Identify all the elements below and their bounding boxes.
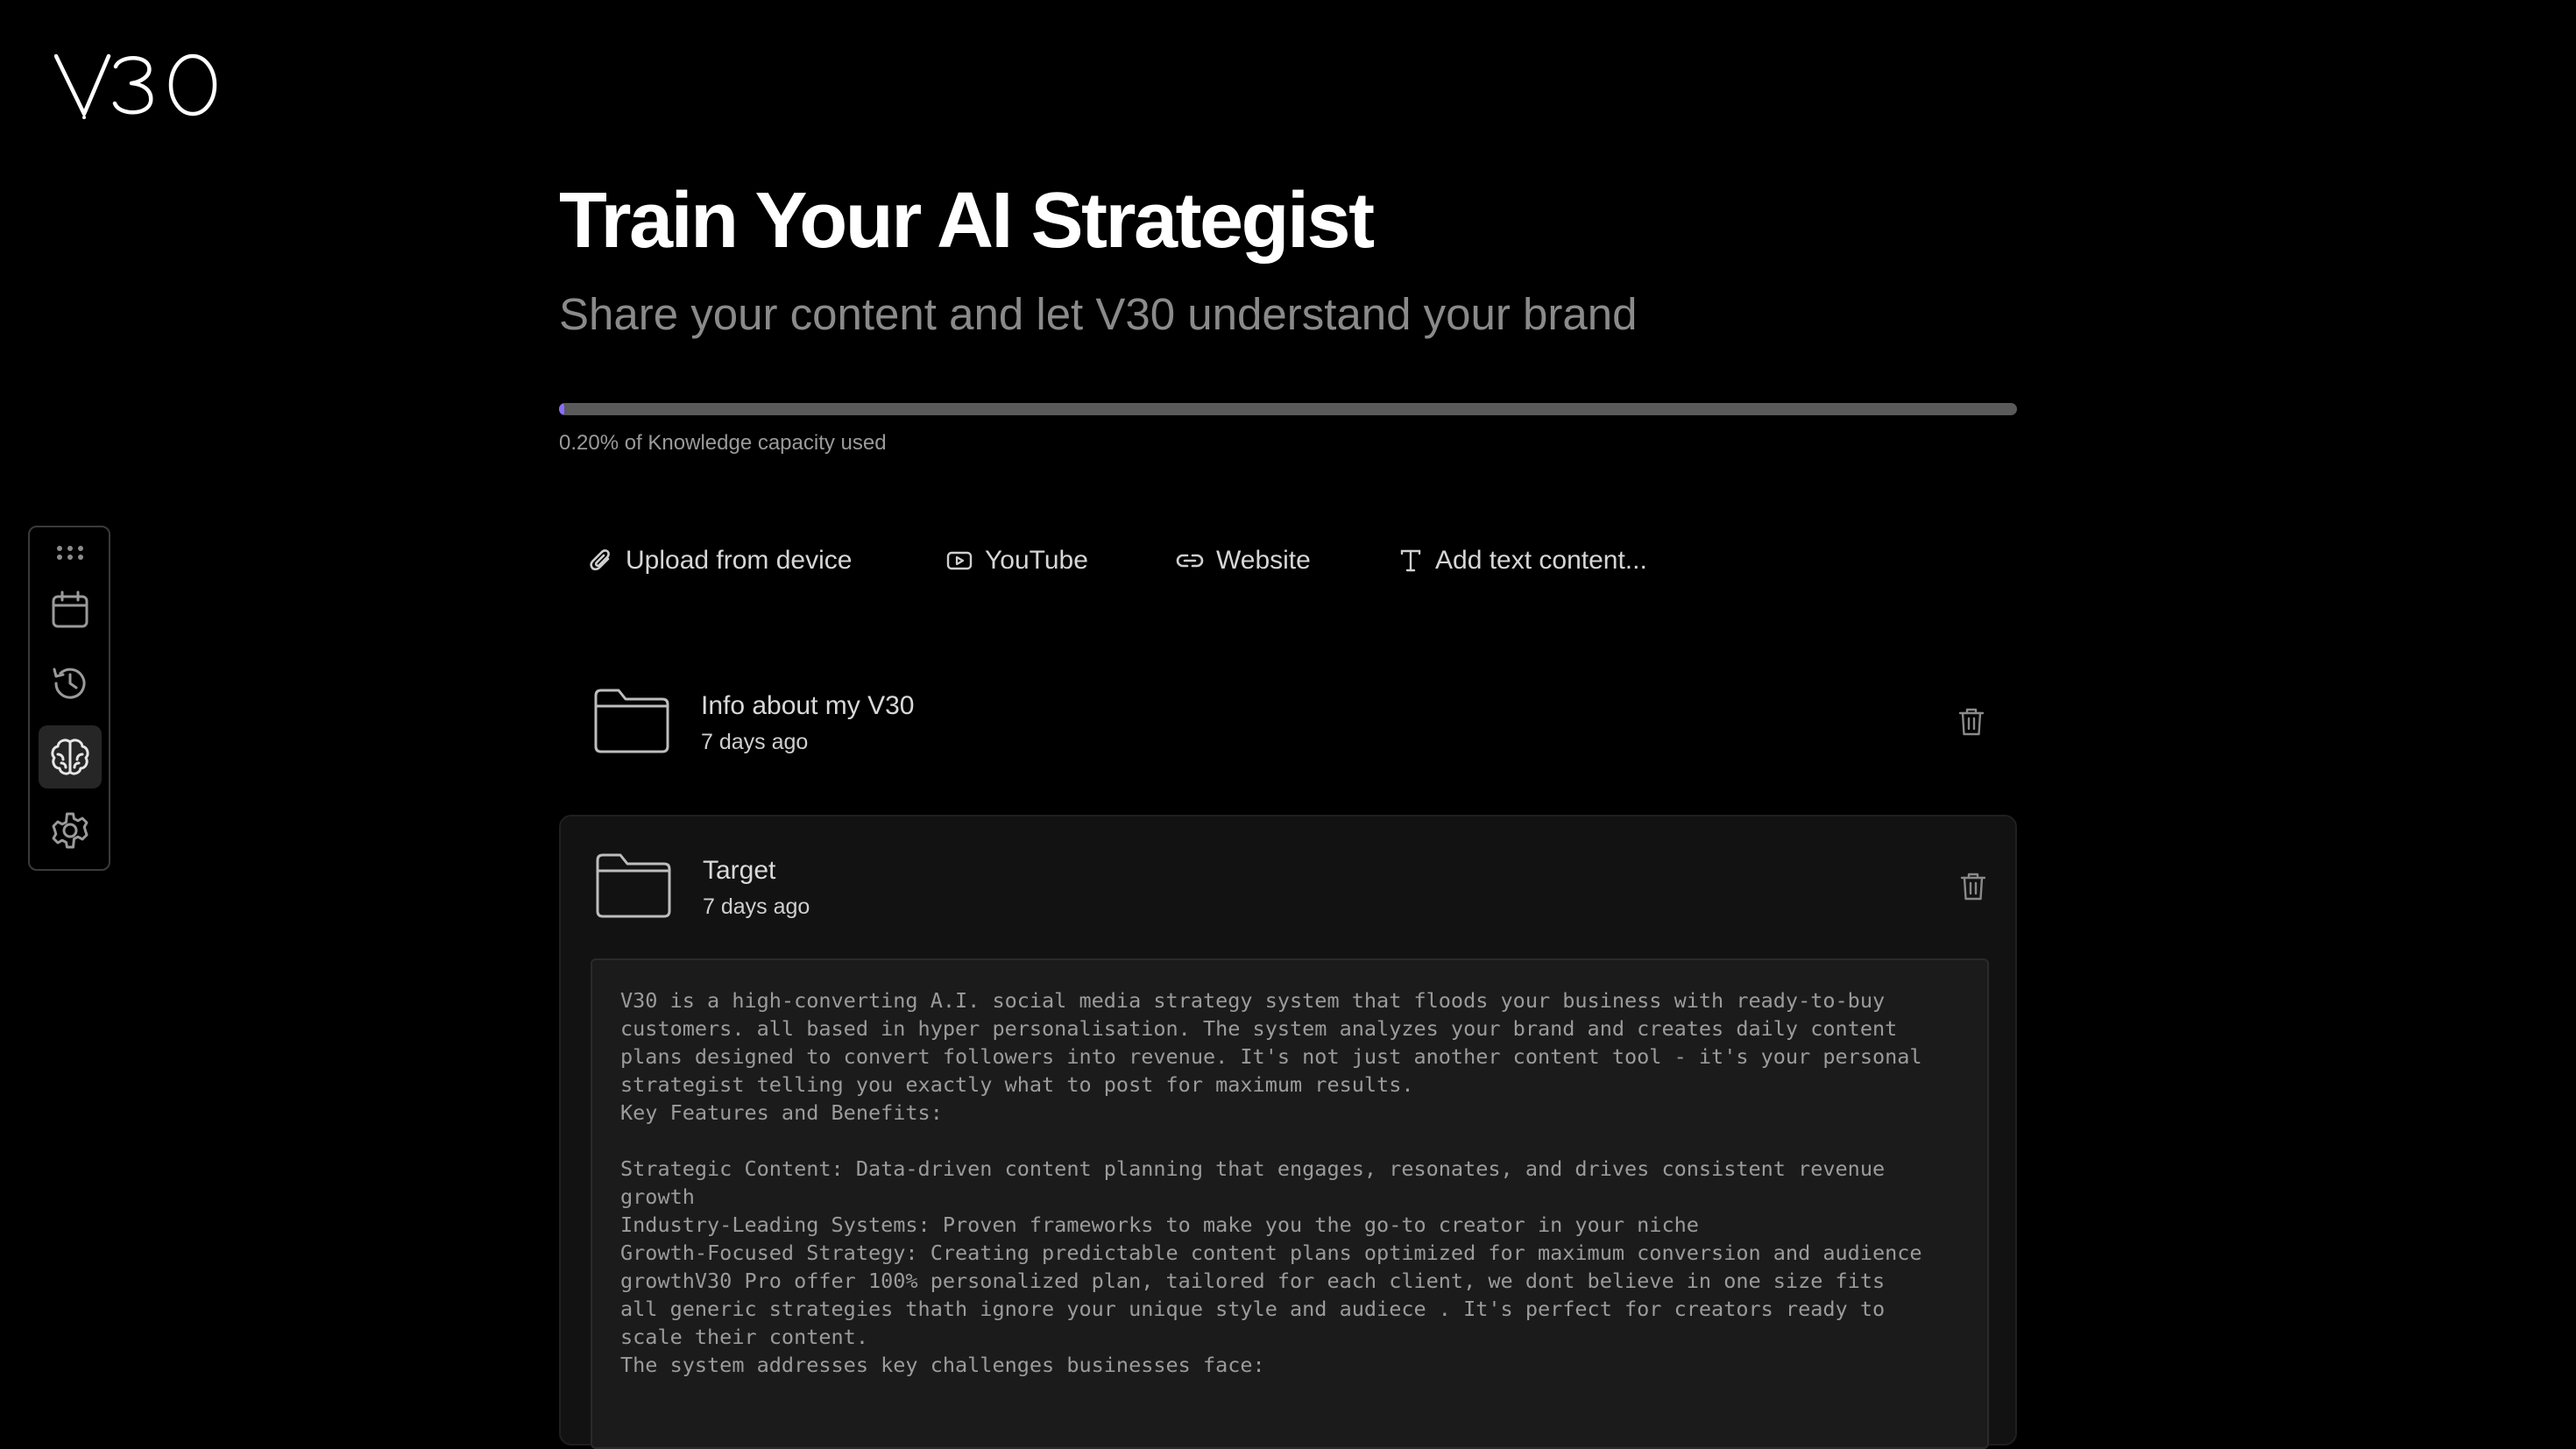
add-text-content-label: Add text content... bbox=[1435, 546, 1647, 575]
expanded-folder-card: Target 7 days ago V30 is a high-converti… bbox=[559, 815, 2019, 1449]
v30-logo[interactable] bbox=[54, 51, 217, 119]
youtube-source-button[interactable]: YouTube bbox=[946, 534, 1088, 587]
side-nav-rail bbox=[28, 526, 110, 871]
website-source-button[interactable]: Website bbox=[1176, 534, 1311, 587]
knowledge-capacity-label: 0.20% of Knowledge capacity used bbox=[559, 431, 887, 455]
folder-content-body: V30 is a high-converting A.I. social med… bbox=[620, 988, 1922, 1377]
brain-icon bbox=[51, 739, 89, 775]
trash-icon[interactable] bbox=[1959, 871, 1987, 902]
folder-date: 7 days ago bbox=[701, 730, 809, 754]
website-label: Website bbox=[1216, 546, 1311, 575]
youtube-label: YouTube bbox=[985, 546, 1088, 575]
text-icon bbox=[1400, 549, 1421, 572]
folder-icon bbox=[594, 689, 669, 753]
folder-date: 7 days ago bbox=[703, 894, 810, 919]
nav-knowledge[interactable] bbox=[39, 725, 102, 788]
folder-item[interactable]: Info about my V30 7 days ago bbox=[559, 650, 2017, 797]
history-icon bbox=[53, 668, 86, 699]
nav-settings[interactable] bbox=[39, 799, 102, 862]
knowledge-capacity-bar bbox=[559, 403, 2017, 415]
calendar-icon bbox=[52, 590, 88, 628]
knowledge-capacity-fill bbox=[559, 403, 564, 415]
page-title: Train Your AI Strategist bbox=[559, 177, 1375, 265]
nav-history[interactable] bbox=[39, 652, 102, 715]
folder-item[interactable]: Target 7 days ago bbox=[561, 816, 2019, 964]
folder-name: Info about my V30 bbox=[701, 691, 915, 720]
trash-icon[interactable] bbox=[1957, 706, 1985, 738]
v30-logo-mark bbox=[54, 53, 217, 119]
add-text-content-button[interactable]: Add text content... bbox=[1398, 534, 1647, 587]
settings-icon bbox=[52, 812, 88, 849]
youtube-icon bbox=[946, 551, 973, 570]
upload-from-device-button[interactable]: Upload from device bbox=[589, 534, 852, 587]
upload-from-device-label: Upload from device bbox=[626, 546, 853, 575]
paperclip-icon bbox=[590, 549, 610, 571]
drag-handle-icon[interactable] bbox=[56, 545, 84, 561]
link-icon bbox=[1176, 554, 1204, 568]
folder-content-text[interactable]: V30 is a high-converting A.I. social med… bbox=[591, 958, 1989, 1449]
page-subtitle: Share your content and let V30 understan… bbox=[559, 289, 1638, 339]
folder-icon bbox=[596, 853, 671, 918]
source-options: Upload from device YouTube Website Add t… bbox=[559, 534, 2017, 587]
folder-name: Target bbox=[703, 856, 776, 885]
nav-calendar[interactable] bbox=[39, 578, 102, 641]
